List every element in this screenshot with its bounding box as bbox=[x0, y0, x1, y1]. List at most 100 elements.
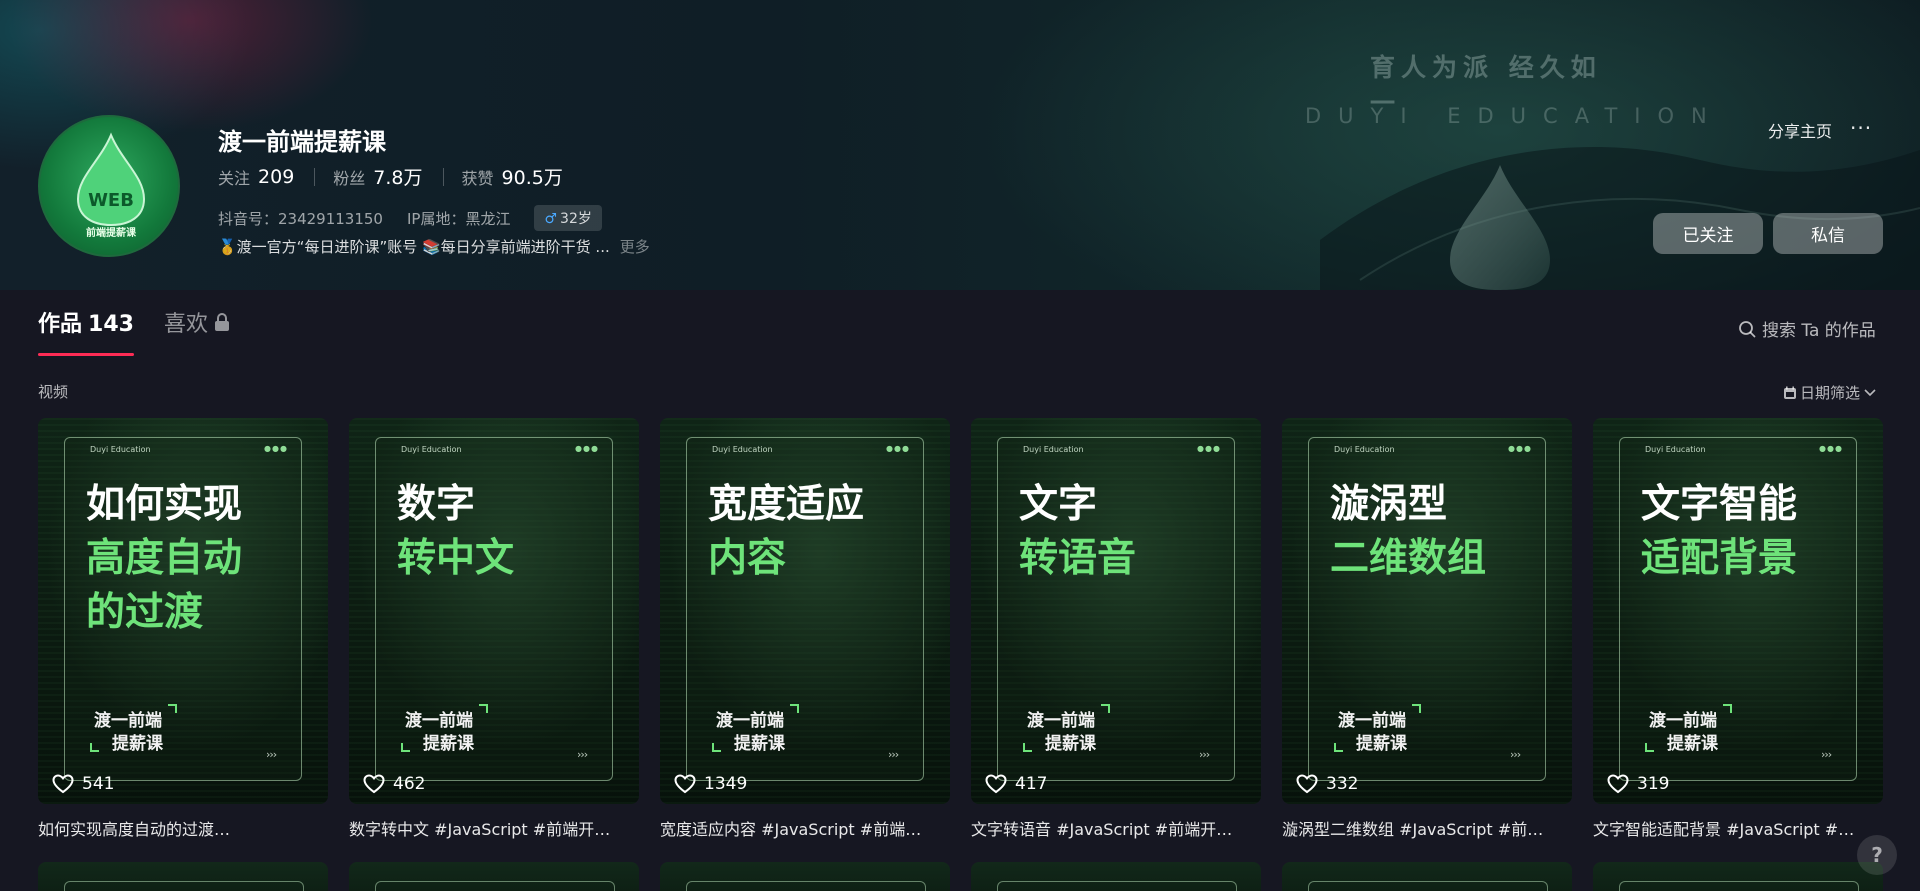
video-caption[interactable]: 文字转语音 #JavaScript #前端开… bbox=[971, 816, 1261, 840]
followers-count[interactable]: 7.8万 bbox=[373, 163, 422, 190]
share-profile-link[interactable]: 分享主页 bbox=[1768, 118, 1832, 142]
video-caption[interactable]: 数字转中文 #JavaScript #前端开… bbox=[349, 816, 639, 840]
cover-logo-line1: 渡一前端 bbox=[1338, 711, 1406, 731]
likes-received-count: 90.5万 bbox=[501, 167, 563, 189]
video-grid-next-row bbox=[38, 862, 1883, 891]
video-likes: 417 bbox=[985, 774, 1047, 794]
date-filter-label: 日期筛选 bbox=[1800, 384, 1861, 402]
cover-title-white: 数字 bbox=[397, 482, 476, 527]
douyin-id: 抖音号：23429113150 bbox=[218, 209, 383, 228]
video-card[interactable]: Duyi Education ●●● 漩涡型 二维数组 渡一前端 提薪课 ›››… bbox=[1282, 418, 1572, 840]
video-card[interactable]: Duyi Education ●●● 文字智能 适配背景 渡一前端 提薪课 ››… bbox=[1593, 418, 1883, 840]
bio-more-link[interactable]: 更多 bbox=[620, 236, 650, 257]
heart-icon bbox=[363, 774, 385, 794]
cover-dots: ●●● bbox=[575, 444, 599, 453]
video-likes: 1349 bbox=[674, 774, 747, 794]
cover-arrows: ››› bbox=[1510, 748, 1521, 761]
cover-arrows: ››› bbox=[577, 748, 588, 761]
cover-corner-mark bbox=[479, 704, 488, 713]
video-likes-count: 332 bbox=[1326, 774, 1359, 794]
video-likes-count: 417 bbox=[1015, 774, 1048, 794]
video-card-peek[interactable] bbox=[349, 862, 639, 891]
water-drop-icon bbox=[1450, 165, 1550, 290]
avatar[interactable]: WEB 前端提薪课 bbox=[38, 115, 180, 257]
heart-icon bbox=[985, 774, 1007, 794]
cover-dots: ●●● bbox=[1197, 444, 1221, 453]
following-label[interactable]: 关注 bbox=[218, 165, 250, 189]
cover-arrows: ››› bbox=[1821, 748, 1832, 761]
cover-title-white: 文字 bbox=[1019, 482, 1098, 527]
tab-works-label: 作品 bbox=[38, 312, 83, 337]
video-cover[interactable]: Duyi Education ●●● 文字 转语音 渡一前端 提薪课 ››› 4… bbox=[971, 418, 1261, 804]
stat-divider bbox=[442, 167, 444, 186]
cover-brand: Duyi Education bbox=[1645, 445, 1706, 454]
video-card[interactable]: Duyi Education ●●● 宽度适应 内容 渡一前端 提薪课 ››› … bbox=[660, 418, 950, 840]
profile-tabs: 作品 143 喜欢 bbox=[38, 306, 260, 356]
help-button[interactable]: ? bbox=[1857, 835, 1897, 875]
svg-text:WEB: WEB bbox=[88, 190, 134, 211]
cover-corner-mark bbox=[790, 704, 799, 713]
followers-label[interactable]: 粉丝 bbox=[333, 165, 365, 189]
video-cover[interactable]: Duyi Education ●●● 漩涡型 二维数组 渡一前端 提薪课 ›››… bbox=[1282, 418, 1572, 804]
cover-brand: Duyi Education bbox=[401, 445, 462, 454]
cover-title-white: 宽度适应 bbox=[708, 482, 865, 527]
cover-logo-line2: 提薪课 bbox=[1667, 734, 1718, 754]
profile-stats: 关注 209 粉丝 7.8万 获赞 90.5万 bbox=[218, 163, 563, 190]
video-card[interactable]: Duyi Education ●●● 数字 转中文 渡一前端 提薪课 ››› 4… bbox=[349, 418, 639, 840]
cover-corner-mark bbox=[1101, 704, 1110, 713]
cover-title-green: 适配背景 bbox=[1641, 536, 1798, 581]
video-card-peek[interactable] bbox=[38, 862, 328, 891]
cover-logo: 渡一前端 提薪课 bbox=[405, 710, 474, 756]
heart-icon bbox=[52, 774, 74, 794]
video-card-peek[interactable] bbox=[1593, 862, 1883, 891]
cover-arrows: ››› bbox=[266, 748, 277, 761]
cover-logo: 渡一前端 提薪课 bbox=[1649, 710, 1718, 756]
cover-title: 如何实现 高度自动 的过渡 bbox=[86, 478, 316, 640]
video-card-peek[interactable] bbox=[660, 862, 950, 891]
video-card[interactable]: Duyi Education ●●● 如何实现 高度自动 的过渡 渡一前端 提薪课… bbox=[38, 418, 328, 840]
message-button[interactable]: 私信 bbox=[1773, 213, 1883, 254]
cover-logo-line2: 提薪课 bbox=[734, 734, 785, 754]
cover-corner-mark bbox=[1412, 704, 1421, 713]
age-label: 32岁 bbox=[560, 211, 592, 227]
avatar-caption: 前端提薪课 bbox=[86, 228, 136, 239]
video-card-peek[interactable] bbox=[971, 862, 1261, 891]
video-likes: 332 bbox=[1296, 774, 1358, 794]
video-caption[interactable]: 宽度适应内容 #JavaScript #前端… bbox=[660, 816, 950, 840]
video-cover[interactable]: Duyi Education ●●● 数字 转中文 渡一前端 提薪课 ››› 4… bbox=[349, 418, 639, 804]
followed-button[interactable]: 已关注 bbox=[1653, 213, 1763, 254]
cover-brand: Duyi Education bbox=[1334, 445, 1395, 454]
tab-works-count: 143 bbox=[88, 312, 134, 337]
cover-title-white: 如何实现 bbox=[86, 482, 243, 527]
cover-logo-line2: 提薪课 bbox=[1356, 734, 1407, 754]
cover-logo-line1: 渡一前端 bbox=[716, 711, 784, 731]
video-cover[interactable]: Duyi Education ●●● 文字智能 适配背景 渡一前端 提薪课 ››… bbox=[1593, 418, 1883, 804]
video-card-peek[interactable] bbox=[1282, 862, 1572, 891]
profile-banner: 育人为派 经久如一 DUYI EDUCATION WEB 前端提薪课 渡一前端提… bbox=[0, 0, 1920, 290]
more-options-icon[interactable]: ··· bbox=[1850, 116, 1872, 140]
search-works[interactable]: 搜索 Ta 的作品 bbox=[1738, 316, 1876, 341]
cover-title: 数字 转中文 bbox=[397, 478, 627, 586]
video-cover[interactable]: Duyi Education ●●● 如何实现 高度自动 的过渡 渡一前端 提薪课… bbox=[38, 418, 328, 804]
date-filter-dropdown[interactable]: 日期筛选 bbox=[1783, 382, 1879, 403]
video-cover[interactable]: Duyi Education ●●● 宽度适应 内容 渡一前端 提薪课 ››› … bbox=[660, 418, 950, 804]
tab-likes[interactable]: 喜欢 bbox=[164, 306, 230, 338]
video-caption[interactable]: 如何实现高度自动的过渡… bbox=[38, 816, 328, 840]
tab-works[interactable]: 作品 143 bbox=[38, 306, 134, 356]
stat-divider bbox=[314, 167, 316, 186]
tab-likes-label: 喜欢 bbox=[163, 312, 208, 337]
video-caption[interactable]: 漩涡型二维数组 #JavaScript #前… bbox=[1282, 816, 1572, 840]
following-count[interactable]: 209 bbox=[258, 166, 294, 188]
video-likes-count: 1349 bbox=[704, 774, 748, 794]
cover-logo: 渡一前端 提薪课 bbox=[94, 710, 163, 756]
cover-logo: 渡一前端 提薪课 bbox=[1338, 710, 1407, 756]
cover-logo: 渡一前端 提薪课 bbox=[716, 710, 785, 756]
calendar-icon bbox=[1784, 386, 1796, 399]
age-tag: ♂ 32岁 bbox=[534, 205, 602, 231]
video-caption[interactable]: 文字智能适配背景 #JavaScript #… bbox=[1593, 816, 1883, 840]
cover-logo-line1: 渡一前端 bbox=[405, 711, 473, 731]
video-card[interactable]: Duyi Education ●●● 文字 转语音 渡一前端 提薪课 ››› 4… bbox=[971, 418, 1261, 840]
male-icon: ♂ bbox=[544, 211, 558, 227]
profile-bio: 🥇渡一官方“每日进阶课”账号 📚每日分享前端进阶干货 ... 更多 bbox=[218, 236, 650, 257]
profile-page: 育人为派 经久如一 DUYI EDUCATION WEB 前端提薪课 渡一前端提… bbox=[0, 0, 1920, 891]
